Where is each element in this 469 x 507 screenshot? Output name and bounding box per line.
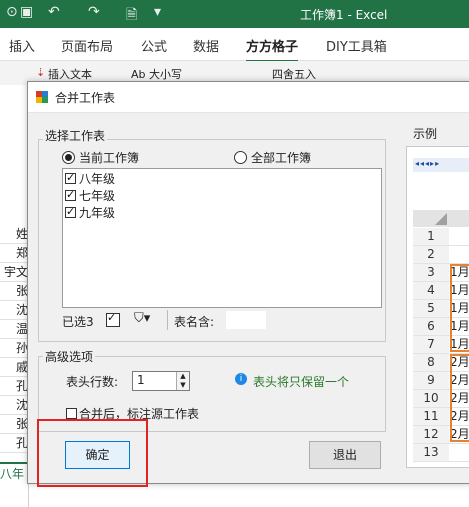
document-icon[interactable]: 🗎: [126, 4, 137, 28]
radio-all-label: 全部工作簿: [251, 151, 312, 165]
ribbon-tabs: 插入 页面布局 公式 数据 方方格子 DIY工具箱: [0, 28, 469, 63]
sheet-cell[interactable]: 沈: [0, 301, 28, 320]
tab-data[interactable]: 数据: [193, 36, 219, 55]
save-icon[interactable]: ▣: [20, 4, 33, 20]
dialog-title: 合并工作表: [55, 91, 116, 105]
advanced-options-label: 高级选项: [43, 348, 96, 365]
sheet-cell[interactable]: 张: [0, 415, 28, 434]
preview-group-box-2: [450, 354, 469, 442]
customize-toolbar-icon[interactable]: ▾: [154, 4, 161, 20]
highlight-box: [37, 419, 148, 487]
checkbox[interactable]: [65, 171, 76, 184]
case-button[interactable]: Ab 大小写: [131, 66, 182, 82]
insert-text-icon: ⇣: [36, 66, 46, 79]
merge-sheets-dialog: 合并工作表 选择工作表 当前工作簿 全部工作簿 八年级 七年级 九年级 已选3 …: [27, 81, 469, 487]
sheet-listbox[interactable]: 八年级 七年级 九年级: [62, 168, 382, 308]
sheet-cell[interactable]: 郑: [0, 244, 28, 263]
undo-icon[interactable]: ↶: [48, 4, 60, 20]
sheet-cell[interactable]: 孔: [0, 434, 28, 453]
window-title: 工作簿1 - Excel: [300, 8, 388, 22]
tab-insert[interactable]: 插入: [9, 36, 35, 55]
tab-diy-toolbox[interactable]: DIY工具箱: [326, 36, 387, 55]
radio-current-workbook[interactable]: 当前工作簿: [62, 149, 139, 166]
redo-icon[interactable]: ↷: [88, 4, 100, 20]
preview-pane: ◂◂◂▸▸ 1 2 3 1月 4 1月 5 1月 6 1月 7 1月 8 2月 9 2月 10…: [406, 146, 469, 468]
selected-count: 已选3: [62, 315, 94, 329]
sheet-left-column: 姓 郑 宇文 张 沈 温 孙 戚 孔 沈 张 孔: [0, 85, 29, 507]
sheet-label: 七年级: [79, 189, 116, 203]
tab-fangfang-gezi[interactable]: 方方格子: [246, 36, 299, 63]
list-item[interactable]: 八年级: [65, 170, 115, 187]
sheet-name-input[interactable]: [226, 311, 266, 329]
sheet-label: 九年级: [79, 206, 116, 220]
select-all-triangle-icon: [435, 213, 447, 225]
radio-current-label: 当前工作簿: [79, 151, 140, 165]
mark-source-checkbox[interactable]: [66, 408, 77, 419]
dialog-title-bar: 合并工作表: [28, 82, 469, 113]
app-icon: [36, 91, 48, 103]
sheet-cell[interactable]: 姓: [0, 225, 28, 244]
round-button[interactable]: 四舍五入: [272, 66, 316, 82]
checkbox[interactable]: [65, 205, 76, 218]
preview-row: 1: [413, 228, 469, 246]
sheet-cell[interactable]: 沈: [0, 396, 28, 415]
list-item[interactable]: 七年级: [65, 187, 115, 204]
preview-label: 示例: [413, 127, 438, 141]
preview-nav-icon[interactable]: ◂◂◂▸▸: [415, 159, 440, 168]
sheet-cell[interactable]: 孔: [0, 377, 28, 396]
info-icon: i: [235, 373, 247, 385]
sheet-cell[interactable]: 孙: [0, 339, 28, 358]
select-all-checkbox[interactable]: [106, 311, 120, 327]
sheet-name-label: 表名含:: [174, 315, 215, 329]
sheet-cell[interactable]: 戚: [0, 358, 28, 377]
tab-formulas[interactable]: 公式: [141, 36, 167, 55]
preview-header: [413, 210, 469, 227]
radio-all-workbooks[interactable]: 全部工作簿: [234, 149, 311, 166]
preview-grid: 1 2 3 1月 4 1月 5 1月 6 1月 7 1月 8 2月 9 2月 10 2月 11 2…: [413, 228, 469, 467]
select-sheets-group-label: 选择工作表: [43, 127, 108, 144]
sheet-cell[interactable]: 温: [0, 320, 28, 339]
preview-group-box-1: [450, 264, 469, 352]
autosave-icon[interactable]: ⊙: [6, 4, 18, 20]
toolbar-divider: [167, 310, 168, 330]
sheet-tab[interactable]: 八年: [0, 462, 28, 486]
list-item[interactable]: 九年级: [65, 204, 115, 221]
header-hint: 表头将只保留一个: [253, 375, 350, 389]
excel-title-bar: ⊙ ▣ ↶ ↷ 🗎 ▾ 工作簿1 - Excel: [0, 0, 469, 28]
insert-text-button[interactable]: 插入文本: [48, 66, 92, 82]
selection-toolbar: 已选3 ⛉▾ 表名含:: [62, 310, 380, 332]
radio-dot: [62, 151, 75, 164]
sheet-cell[interactable]: 张: [0, 282, 28, 301]
tab-page-layout[interactable]: 页面布局: [61, 36, 113, 55]
stepper-down-icon[interactable]: ▼: [176, 381, 189, 390]
header-rows-label: 表头行数:: [66, 375, 119, 389]
preview-row: 13: [413, 444, 469, 462]
preview-row: 2: [413, 246, 469, 264]
radio-dot: [234, 151, 247, 164]
header-rows-stepper[interactable]: 1 ▲ ▼: [132, 371, 190, 391]
header-rows-value: 1: [137, 373, 145, 387]
exit-button[interactable]: 退出: [309, 441, 381, 469]
sheet-label: 八年级: [79, 172, 116, 186]
filter-icon[interactable]: ⛉▾: [134, 311, 150, 326]
checkbox[interactable]: [65, 188, 76, 201]
sheet-cell[interactable]: 宇文: [0, 263, 28, 282]
